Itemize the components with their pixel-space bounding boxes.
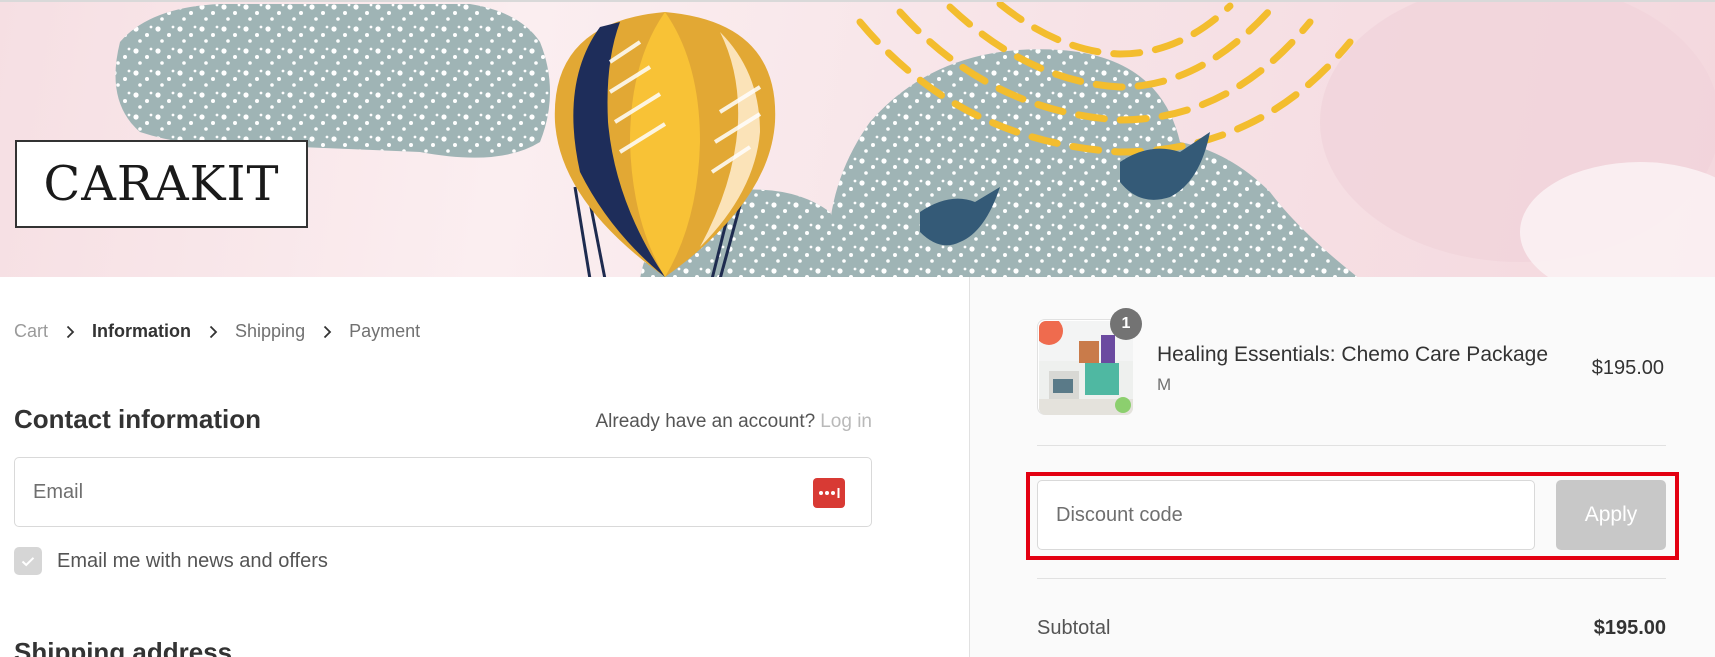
discount-code-input[interactable] [1037,480,1535,550]
subtotal-label: Subtotal [1037,617,1111,639]
divider [1037,445,1666,446]
store-logo-text: CARAKIT [43,156,280,212]
email-input[interactable] [15,458,871,526]
newsletter-checkbox[interactable] [14,547,42,575]
product-price: $195.00 [1591,357,1664,379]
contact-information-heading: Contact information [14,404,261,434]
checkout-main: Cart Information Shipping Payment Contac… [0,277,970,657]
breadcrumb-cart[interactable]: Cart [14,321,48,342]
order-summary: 1 Healing Essentials: Chemo Care Package… [969,277,1715,657]
password-manager-icon[interactable] [813,478,845,508]
checkmark-icon [21,556,35,566]
product-thumbnail: 1 [1037,308,1142,415]
chevron-right-icon [66,325,76,339]
apply-discount-button[interactable]: Apply [1556,480,1666,550]
quantity-badge: 1 [1110,308,1142,340]
newsletter-option[interactable]: Email me with news and offers [14,547,328,575]
chevron-right-icon [323,325,333,339]
divider [1037,578,1666,579]
email-field [14,457,872,527]
breadcrumb: Cart Information Shipping Payment [14,321,420,342]
breadcrumb-shipping: Shipping [235,321,306,341]
header-banner: CARAKIT [0,0,1715,277]
newsletter-label: Email me with news and offers [57,549,328,572]
subtotal-value: $195.00 [1593,617,1666,639]
breadcrumb-information: Information [92,321,192,341]
chevron-right-icon [209,325,219,339]
login-link[interactable]: Log in [820,411,872,432]
store-logo[interactable]: CARAKIT [15,140,308,228]
breadcrumb-payment: Payment [349,321,421,341]
account-prompt: Already have an account? Log in [596,411,873,433]
shipping-address-heading: Shipping address [14,637,233,657]
product-variant: M [1157,375,1172,394]
line-item: 1 Healing Essentials: Chemo Care Package… [1037,308,1664,415]
product-name: Healing Essentials: Chemo Care Package [1157,343,1549,366]
account-prompt-text: Already have an account? [595,411,816,432]
